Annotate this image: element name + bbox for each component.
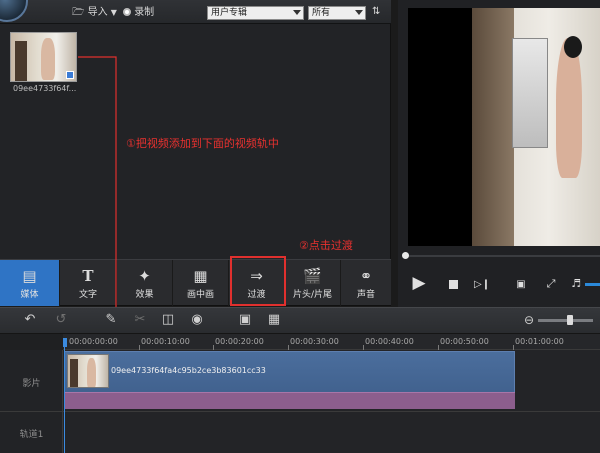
timeline-toolbar [0, 307, 600, 334]
scissors-icon[interactable]: ✂ [132, 313, 148, 327]
ruler-label: 00:00:10:00 [141, 337, 190, 346]
annotation-step-2: ②点击过渡 [299, 239, 353, 252]
clip-name: 09ee4733f64fa4c95b2ce3b83601cc33 [111, 366, 266, 375]
playhead-line [64, 347, 65, 453]
track-divider [0, 411, 600, 412]
track-label-video: 影片 [22, 379, 41, 389]
ruler-header [0, 334, 63, 350]
clip-audio-strip[interactable] [64, 392, 515, 409]
crop-icon[interactable]: ▣ [237, 313, 253, 327]
zoom-out-icon[interactable]: ⊖ [521, 313, 537, 327]
ruler-label: 00:00:50:00 [440, 337, 489, 346]
undo-icon[interactable]: ↶ [22, 313, 38, 327]
ruler-label: 00:00:30:00 [290, 337, 339, 346]
settings-icon[interactable]: ▦ [266, 313, 282, 327]
track-label-1: 轨道1 [19, 430, 44, 440]
annotation-step-1: ①把视频添加到下面的视频轨中 [126, 137, 279, 150]
microphone-icon[interactable]: ◉ [189, 313, 205, 327]
redo-icon[interactable]: ↺ [53, 313, 69, 327]
edit-icon[interactable]: ✎ [103, 313, 119, 327]
zoom-slider[interactable] [538, 319, 593, 322]
person-shape [87, 358, 96, 387]
ruler-label: 00:00:40:00 [365, 337, 414, 346]
trash-icon[interactable]: ◫ [160, 313, 176, 327]
clip-thumbnail [67, 354, 109, 388]
ruler-label: 00:00:00:00 [69, 337, 118, 346]
annotation-highlight-box [230, 256, 286, 306]
playhead-handle[interactable] [63, 338, 67, 347]
door-shape [70, 359, 78, 387]
ruler-label: 00:01:00:00 [515, 337, 564, 346]
zoom-slider-handle[interactable] [567, 315, 573, 325]
ruler-label: 00:00:20:00 [215, 337, 264, 346]
